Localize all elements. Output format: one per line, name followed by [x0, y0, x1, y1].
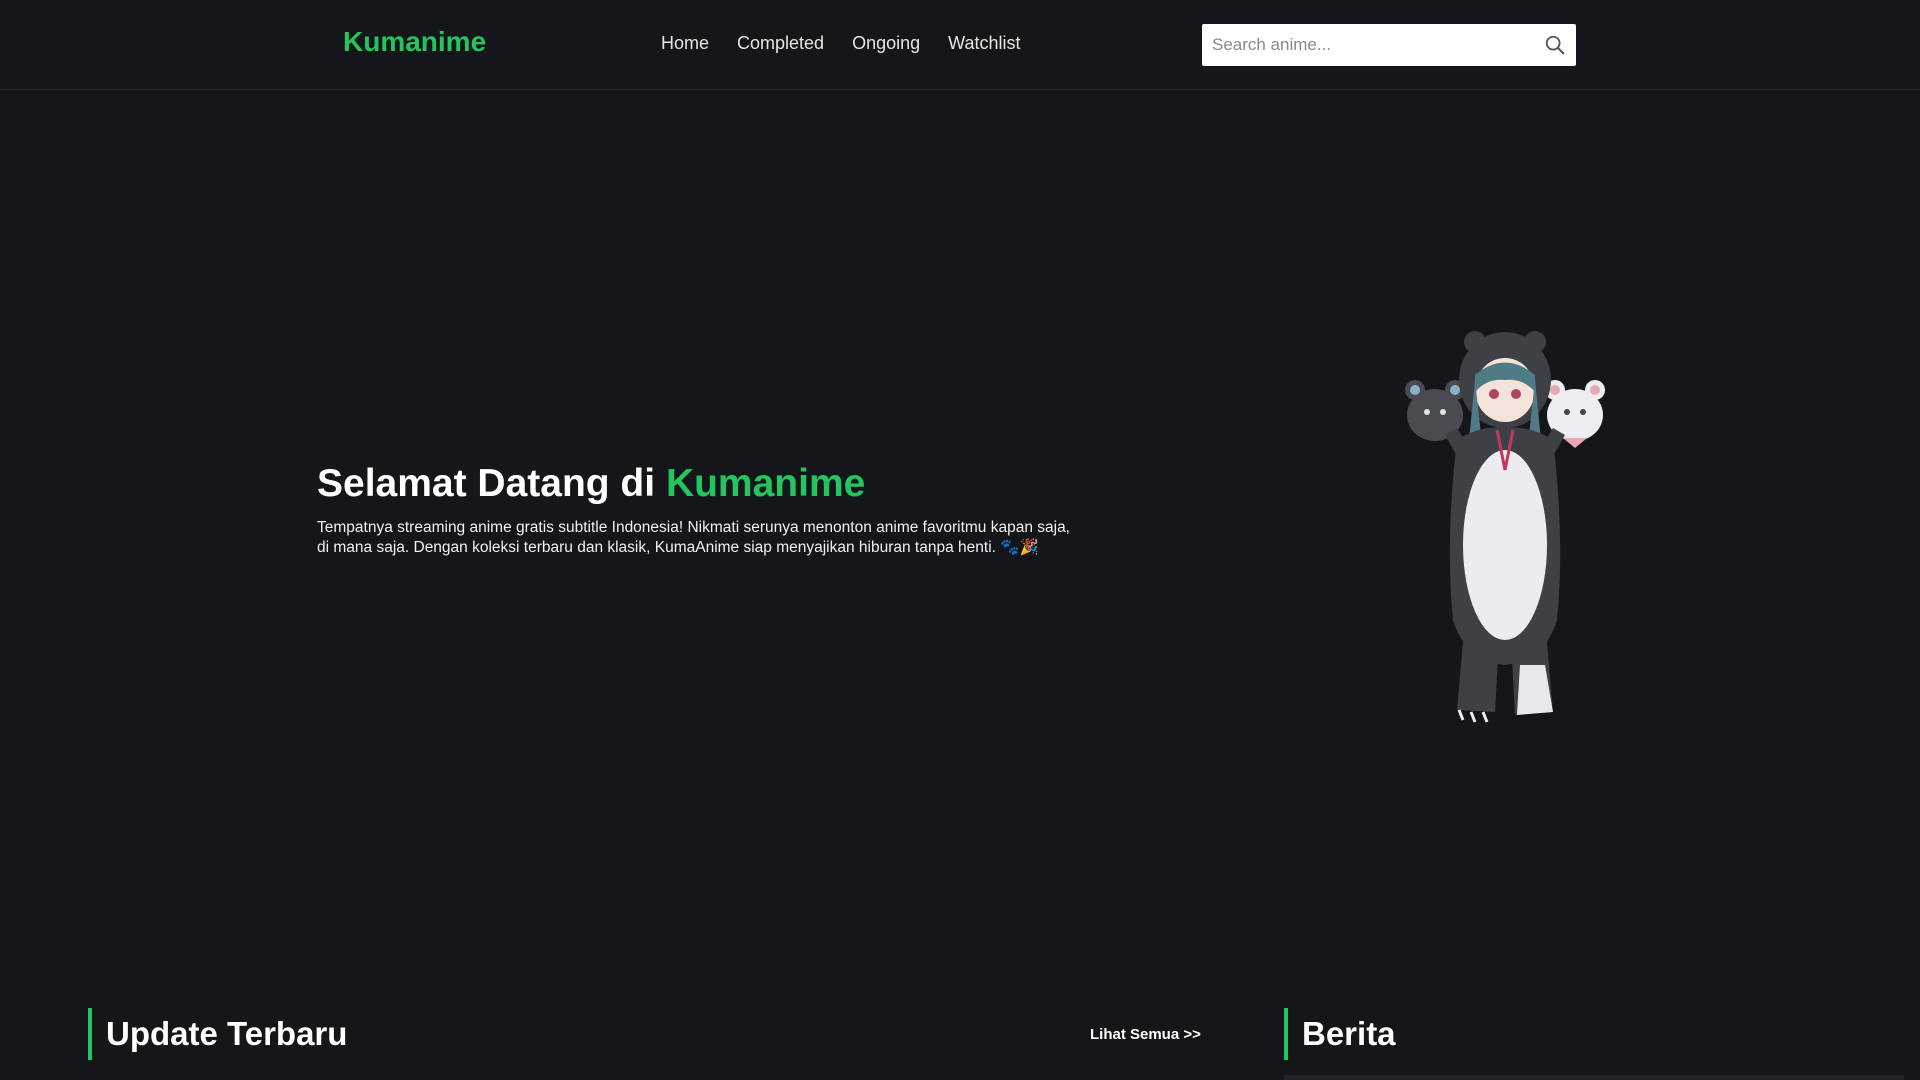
- hero-title: Selamat Datang di Kumanime: [317, 462, 865, 506]
- hero-title-brand: Kumanime: [665, 462, 866, 505]
- nav-watchlist[interactable]: Watchlist: [948, 33, 1020, 54]
- search-input[interactable]: [1202, 24, 1534, 66]
- search-icon: [1545, 35, 1565, 55]
- hero-description: Tempatnya streaming anime gratis subtitl…: [317, 519, 1070, 556]
- latest-updates-title: Update Terbaru: [106, 1015, 348, 1052]
- nav-home[interactable]: Home: [661, 33, 709, 54]
- search-button[interactable]: [1534, 24, 1576, 66]
- hero-section: Selamat Datang di Kumanime Tempatnya str…: [0, 90, 1920, 960]
- top-navbar: Kumanime Home Completed Ongoing Watchlis…: [0, 0, 1920, 90]
- search-bar: [1202, 24, 1576, 66]
- nav-completed[interactable]: Completed: [737, 33, 824, 54]
- mascot-image: [1405, 331, 1605, 723]
- main-nav: Home Completed Ongoing Watchlist: [661, 33, 1020, 54]
- latest-updates-heading: Update Terbaru: [88, 1008, 347, 1060]
- news-title: Berita: [1302, 1015, 1396, 1052]
- hero-title-prefix: Selamat Datang di: [317, 462, 666, 505]
- see-all-link[interactable]: Lihat Semua >>: [1090, 1026, 1201, 1043]
- news-panel: [1284, 1075, 1904, 1080]
- nav-ongoing[interactable]: Ongoing: [852, 33, 920, 54]
- news-heading: Berita: [1284, 1008, 1396, 1060]
- site-logo[interactable]: Kumanime: [343, 26, 486, 58]
